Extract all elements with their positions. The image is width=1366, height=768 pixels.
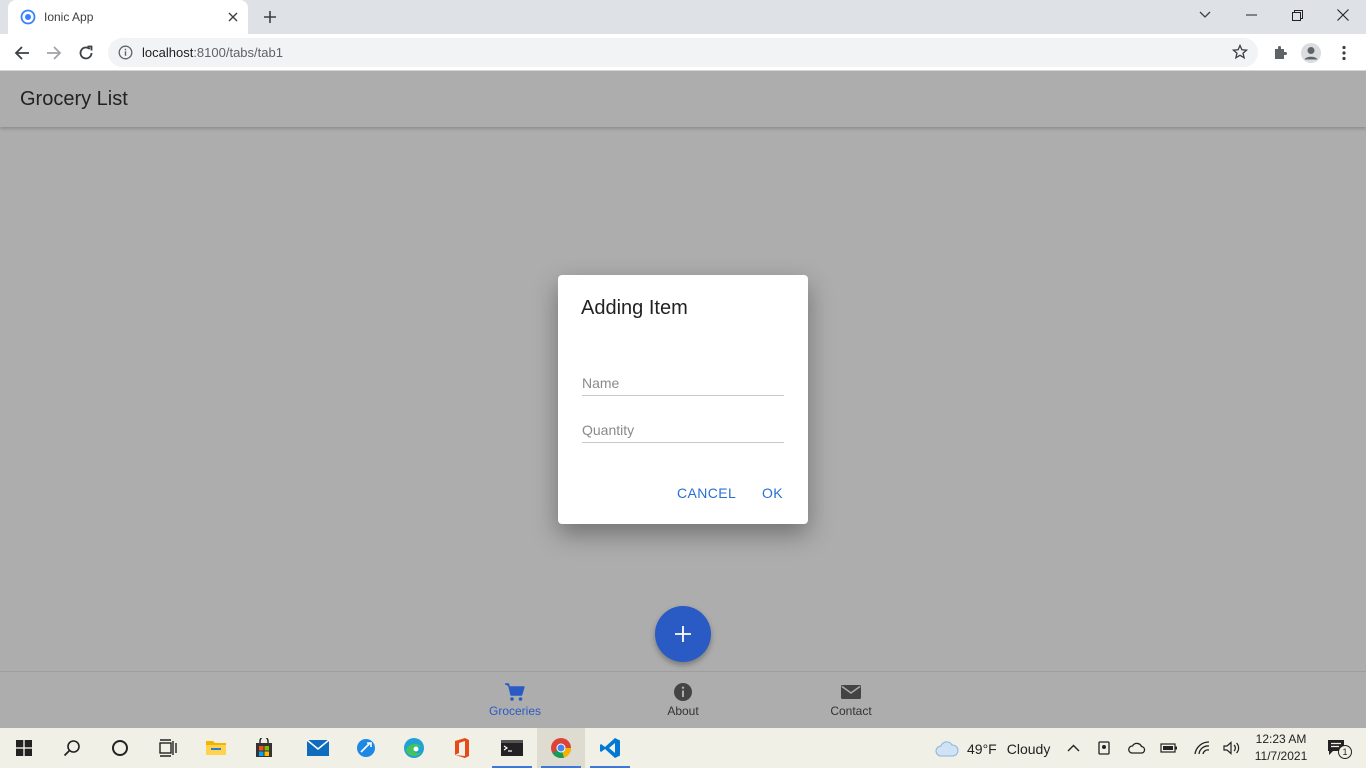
task-view-icon[interactable] [144, 728, 192, 768]
name-input[interactable] [582, 366, 784, 394]
browser-tab[interactable]: Ionic App [8, 0, 248, 34]
tab-label-about: About [667, 704, 699, 718]
store-icon[interactable] [240, 728, 288, 768]
feedback-app-icon[interactable] [342, 728, 390, 768]
browser-toolbar: localhost:8100/tabs/tab1 [0, 34, 1366, 71]
cart-icon [505, 683, 525, 701]
name-field [582, 366, 784, 396]
app-header: Grocery List [0, 71, 1366, 127]
info-icon [674, 683, 692, 701]
site-info-icon[interactable] [118, 45, 133, 60]
quantity-input[interactable] [582, 413, 784, 441]
mail-app-icon[interactable] [294, 728, 342, 768]
notification-badge: 1 [1338, 745, 1352, 759]
weather-condition: Cloudy [1006, 741, 1051, 757]
tab-label-contact: Contact [830, 704, 872, 718]
weather-widget[interactable]: 49°F Cloudy [935, 738, 1050, 760]
url-host: localhost [142, 45, 194, 60]
restore-icon[interactable] [1274, 0, 1320, 30]
cancel-button[interactable]: CANCEL [677, 485, 736, 501]
notification-center-icon[interactable]: 1 [1322, 738, 1352, 759]
edge-browser-icon[interactable] [390, 728, 438, 768]
wifi-icon[interactable] [1191, 738, 1213, 758]
tab-groceries[interactable]: Groceries [465, 682, 565, 726]
quantity-field [582, 413, 784, 443]
url-text: localhost:8100/tabs/tab1 [142, 45, 283, 60]
meet-now-icon[interactable] [1094, 738, 1116, 758]
mail-icon [841, 685, 861, 699]
vscode-icon[interactable] [586, 728, 634, 768]
extensions-puzzle-icon[interactable] [1267, 40, 1293, 66]
terminal-icon[interactable] [488, 728, 536, 768]
cloud-icon [935, 741, 959, 757]
reload-icon[interactable] [72, 39, 100, 67]
dialog-title: Adding Item [581, 297, 688, 319]
taskbar-search-icon[interactable] [48, 728, 96, 768]
add-item-fab-button[interactable] [655, 606, 711, 662]
office-icon[interactable] [438, 728, 486, 768]
minimize-icon[interactable] [1228, 0, 1274, 30]
tab-about[interactable]: About [633, 682, 733, 726]
cortana-icon[interactable] [96, 728, 144, 768]
page-title: Grocery List [20, 88, 128, 110]
ionic-favicon-icon [20, 9, 36, 25]
ok-button[interactable]: OK [762, 485, 783, 501]
windows-taskbar: 49°F Cloudy 12:23 AM 11/7/2021 1 [0, 728, 1366, 768]
tab-label-groceries: Groceries [488, 704, 541, 718]
battery-icon[interactable] [1158, 738, 1180, 758]
clock-date: 11/7/2021 [1254, 749, 1308, 763]
clock-time: 12:23 AM [1255, 732, 1307, 746]
menu-kebab-icon[interactable] [1331, 40, 1357, 66]
chevron-up-icon[interactable] [1062, 738, 1084, 758]
windows-start-icon[interactable] [0, 728, 48, 768]
chrome-icon[interactable] [537, 728, 585, 768]
weather-temp: 49°F [967, 741, 997, 757]
browser-tabstrip: Ionic App [0, 0, 1366, 34]
url-path: :8100/tabs/tab1 [193, 45, 283, 60]
close-window-icon[interactable] [1320, 0, 1366, 30]
file-explorer-icon[interactable] [192, 728, 240, 768]
new-tab-icon[interactable] [258, 6, 282, 28]
tab-contact[interactable]: Contact [801, 682, 901, 726]
taskbar-clock[interactable]: 12:23 AM 11/7/2021 [1250, 731, 1312, 765]
volume-icon[interactable] [1221, 738, 1243, 758]
onedrive-icon[interactable] [1126, 738, 1148, 758]
bottom-tab-bar: Groceries About Contact [0, 671, 1366, 728]
forward-arrow-icon[interactable] [40, 39, 68, 67]
plus-icon [675, 626, 691, 642]
tab-search-icon[interactable] [1182, 0, 1228, 30]
tab-close-icon[interactable] [224, 8, 242, 26]
address-bar[interactable]: localhost:8100/tabs/tab1 [108, 38, 1258, 67]
back-arrow-icon[interactable] [8, 39, 36, 67]
tab-title: Ionic App [44, 10, 94, 24]
add-item-dialog: Adding Item CANCEL OK [558, 275, 808, 524]
profile-avatar-icon[interactable] [1298, 40, 1324, 66]
bookmark-star-icon[interactable] [1232, 44, 1248, 60]
